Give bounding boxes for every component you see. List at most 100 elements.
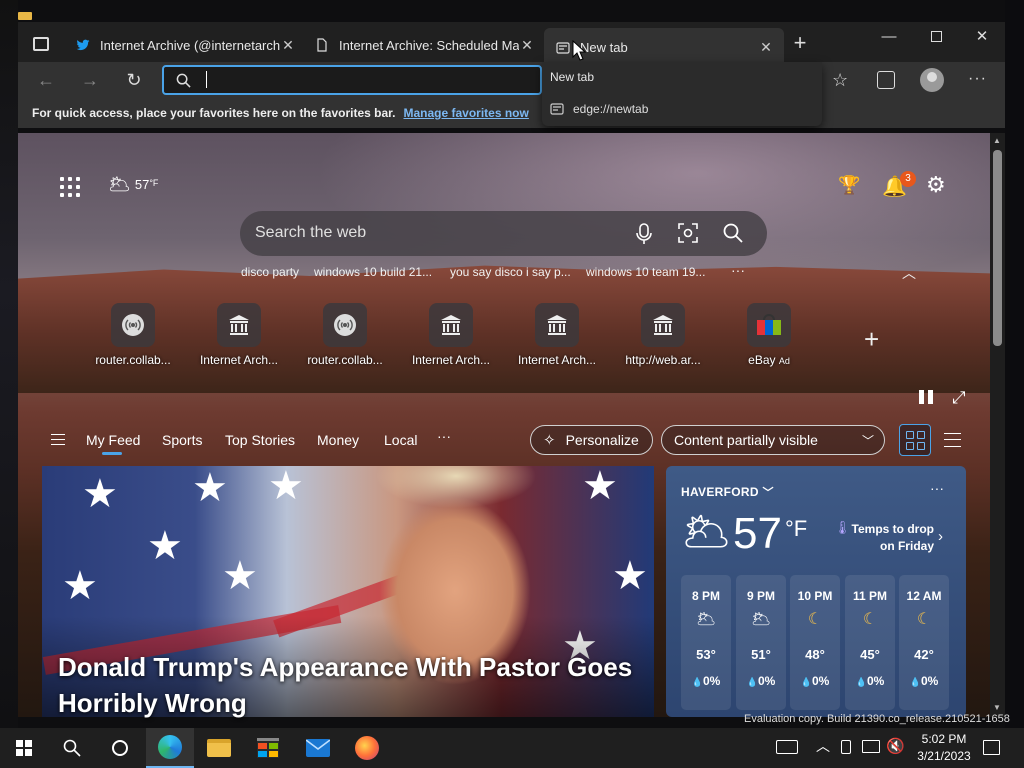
clock[interactable]: 5:02 PM 3/21/2023 (914, 731, 974, 765)
rewards-trophy-icon[interactable]: 🏆 (838, 175, 860, 196)
weather-more-icon[interactable]: ··· (930, 480, 944, 496)
manage-favorites-link[interactable]: Manage favorites now (403, 106, 528, 120)
news-photo-hair (356, 466, 556, 516)
dropdown-item[interactable]: edge://newtab (550, 102, 648, 116)
start-button[interactable] (0, 728, 48, 768)
volume-muted-icon[interactable]: 🔇 (886, 737, 905, 755)
address-input[interactable] (206, 70, 526, 90)
microphone-icon[interactable] (636, 223, 652, 245)
evaluation-watermark: Evaluation copy. Build 21390.co_release.… (744, 713, 1010, 725)
file-explorer-icon[interactable] (195, 728, 243, 768)
feed-tab-top-stories[interactable]: Top Stories (225, 432, 295, 448)
favorites-star-icon[interactable]: ☆ (832, 70, 848, 91)
search-placeholder[interactable]: Search the web (255, 224, 366, 242)
keyboard-icon[interactable] (776, 740, 798, 754)
collections-icon[interactable] (877, 71, 895, 89)
hourly-forecast[interactable]: 8 PM 🌥 53° 💧0% (681, 575, 731, 710)
archive-icon (641, 303, 685, 347)
chevron-right-icon[interactable]: › (938, 528, 943, 545)
tab-twitter[interactable]: Internet Archive (@internetarchive ✕ (76, 30, 296, 60)
firefox-icon[interactable] (343, 728, 391, 768)
quick-link-tile[interactable]: http://web.ar... (623, 303, 703, 367)
close-tab-icon[interactable]: ✕ (280, 37, 296, 54)
hourly-forecast[interactable]: 11 PM ☾ 45° 💧0% (845, 575, 895, 710)
back-button[interactable]: ← (34, 68, 58, 92)
refresh-button[interactable]: ↻ (122, 68, 146, 92)
hourly-forecast[interactable]: 9 PM 🌥 51° 💧0% (736, 575, 786, 710)
tab-actions-icon[interactable] (33, 37, 49, 51)
scroll-up-arrow-icon[interactable]: ▲ (993, 136, 1001, 145)
quick-link-tile[interactable]: Internet Arch... (517, 303, 597, 367)
windows-logo-icon (16, 740, 32, 756)
quick-link-tile[interactable]: eBay Ad (729, 303, 809, 367)
tab-title: Internet Archive (@internetarchive (100, 37, 280, 53)
newtab-icon (556, 41, 570, 54)
maximize-button[interactable] (913, 24, 959, 48)
collapse-chevron-up-icon[interactable]: ︿ (902, 263, 916, 283)
quick-link-tile[interactable]: Internet Arch... (411, 303, 491, 367)
settings-gear-icon[interactable]: ⚙ (926, 174, 946, 196)
expand-icon[interactable]: ⤢ (952, 388, 966, 408)
quick-link-label: http://web.ar... (625, 353, 701, 367)
personalize-button[interactable]: ✧ Personalize (530, 425, 653, 455)
search-submit-icon[interactable] (723, 223, 743, 243)
more-suggestions-icon[interactable]: ··· (731, 262, 745, 278)
hourly-forecast[interactable]: 10 PM ☾ 48° 💧0% (790, 575, 840, 710)
weather-widget[interactable]: 🌥 57 °F (108, 174, 158, 195)
tab-scheduled-maintenance[interactable]: Internet Archive: Scheduled Main ✕ (315, 30, 535, 60)
hour-time: 10 PM (797, 589, 833, 603)
hourly-forecast[interactable]: 12 AM ☾ 42° 💧0% (899, 575, 949, 710)
suggestion-chip[interactable]: you say disco i say p... (450, 265, 571, 279)
apps-launcher-icon[interactable] (60, 177, 80, 197)
store-icon[interactable] (244, 728, 292, 768)
minimize-button[interactable]: — (866, 24, 912, 48)
suggestion-chip[interactable]: windows 10 team 19... (586, 265, 705, 279)
hour-precip: 💧0% (845, 674, 895, 688)
chevron-up-icon[interactable]: ︿ (816, 736, 830, 756)
close-window-button[interactable]: ✕ (959, 24, 1005, 48)
add-shortcut-button[interactable]: + (864, 326, 879, 352)
close-tab-icon[interactable]: ✕ (758, 39, 774, 56)
edge-taskbar-icon[interactable] (146, 728, 194, 768)
mail-icon[interactable] (294, 728, 342, 768)
visual-search-icon[interactable] (678, 223, 698, 243)
device-icon[interactable] (841, 740, 851, 754)
weather-note[interactable]: Temps to drop on Friday (848, 521, 934, 555)
feed-menu-icon[interactable] (51, 434, 65, 445)
new-tab-button[interactable]: + (789, 32, 811, 54)
more-menu-icon[interactable]: ··· (968, 70, 987, 88)
weather-location[interactable]: HAVERFORD ﹀ (681, 484, 774, 500)
quick-link-tile[interactable]: router.collab... (305, 303, 385, 367)
task-view-icon[interactable] (96, 728, 144, 768)
content-visibility-dropdown[interactable]: Content partially visible ﹀ (661, 425, 885, 455)
suggestion-chip[interactable]: disco party (241, 265, 299, 279)
feed-tab-my-feed[interactable]: My Feed (86, 432, 140, 448)
action-center-icon[interactable] (983, 740, 1000, 755)
weather-unit: °F (149, 177, 159, 188)
droplet-icon: 💧 (909, 677, 921, 687)
feed-tab-local[interactable]: Local (384, 432, 417, 448)
search-taskbar-icon[interactable] (48, 728, 96, 768)
suggestion-chip[interactable]: windows 10 build 21... (314, 265, 432, 279)
pause-background-icon[interactable] (919, 390, 933, 404)
scrollbar-thumb[interactable] (993, 150, 1002, 346)
hour-temp: 51° (751, 647, 771, 662)
close-tab-icon[interactable]: ✕ (519, 37, 535, 54)
scroll-down-arrow-icon[interactable]: ▼ (993, 703, 1001, 712)
quick-link-tile[interactable]: Internet Arch... (199, 303, 279, 367)
hero-headline[interactable]: Donald Trump's Appearance With Pastor Go… (58, 649, 638, 721)
grid-layout-button[interactable] (899, 424, 931, 456)
more-feed-tabs-icon[interactable]: ··· (437, 428, 451, 444)
feed-tab-money[interactable]: Money (317, 432, 359, 448)
moon-icon: ☾ (916, 611, 932, 628)
archive-icon (429, 303, 473, 347)
forward-button[interactable]: → (78, 68, 102, 92)
hour-temp: 53° (696, 647, 716, 662)
hour-precip: 💧0% (681, 674, 731, 688)
network-icon[interactable] (862, 740, 880, 753)
quick-link-tile[interactable]: router.collab... (93, 303, 173, 367)
profile-avatar[interactable] (920, 68, 944, 92)
feed-tab-sports[interactable]: Sports (162, 432, 202, 448)
list-layout-icon[interactable] (944, 433, 961, 447)
address-bar[interactable] (162, 65, 542, 95)
